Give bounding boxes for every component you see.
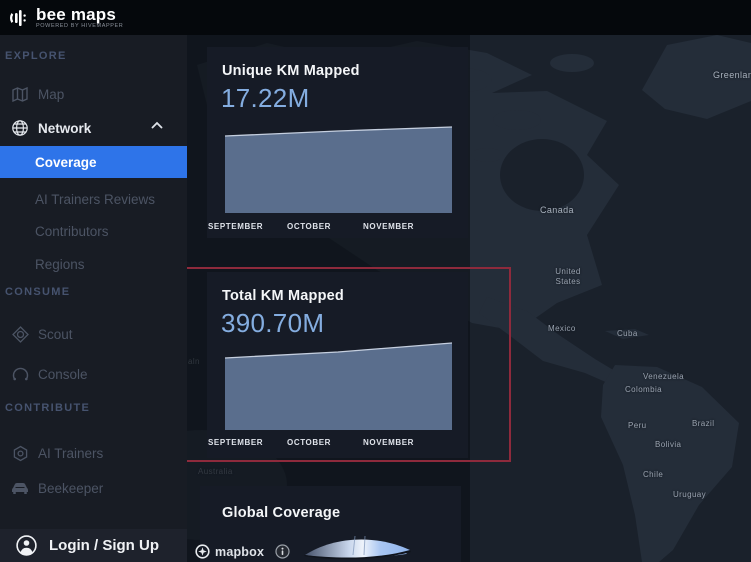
sidebar-item-label: Map: [38, 87, 64, 102]
sidebar-item-label: AI Trainers Reviews: [35, 192, 155, 207]
bee-maps-app: Greenland Canada United States Mexico Cu…: [0, 0, 751, 562]
map-label-venezuela: Venezuela: [643, 372, 684, 381]
card-total-km-mapped: Total KM Mapped 390.70M SEPTEMBER OCTOBE…: [207, 272, 468, 458]
sidebar-item-label: Network: [38, 121, 91, 136]
sidebar-item-console[interactable]: Console: [0, 363, 187, 385]
section-header-contribute: CONTRIBUTE: [5, 402, 90, 414]
brand-name: bee maps: [36, 6, 123, 23]
console-icon: [11, 365, 29, 383]
scout-icon: [11, 325, 29, 343]
sidebar-item-label: Scout: [38, 327, 73, 342]
sidebar-item-map[interactable]: Map: [0, 83, 187, 105]
sidebar-item-scout[interactable]: Scout: [0, 323, 187, 345]
sidebar-nav: EXPLORE Map Network Coverage AI Trainers…: [0, 35, 187, 562]
car-icon: [11, 479, 29, 497]
brand-block[interactable]: bee maps powered by hivemapper: [36, 6, 123, 29]
sidebar-item-label: Console: [38, 367, 88, 382]
sidebar-item-ai-trainers-reviews[interactable]: AI Trainers Reviews: [0, 187, 187, 211]
sidebar-item-regions[interactable]: Regions: [0, 252, 187, 276]
top-bar: bee maps powered by hivemapper: [0, 0, 751, 35]
bee-maps-logo-icon: [8, 6, 30, 30]
map-label-united-states: United States: [544, 267, 592, 287]
sidebar-item-beekeeper[interactable]: Beekeeper: [0, 477, 187, 499]
x-tick-november: NOVEMBER: [363, 438, 414, 447]
user-avatar-icon: [16, 535, 37, 556]
ai-chip-icon: [11, 444, 29, 462]
map-icon: [11, 85, 29, 103]
x-tick-november: NOVEMBER: [363, 222, 414, 231]
map-label-chile: Chile: [643, 470, 663, 479]
map-label-cuba: Cuba: [617, 329, 638, 338]
card-title: Unique KM Mapped: [222, 63, 360, 79]
sidebar-item-label: Beekeeper: [38, 481, 103, 496]
chevron-up-icon[interactable]: [151, 121, 163, 129]
globe-dome-graphic: [303, 533, 413, 559]
sidebar-item-label: AI Trainers: [38, 446, 103, 461]
map-label-brazil: Brazil: [692, 419, 714, 428]
sidebar-item-network[interactable]: Network: [0, 117, 187, 139]
globe-icon: [11, 119, 29, 137]
login-label: Login / Sign Up: [49, 537, 159, 554]
sidebar-item-coverage[interactable]: Coverage: [0, 146, 187, 178]
map-label-bolivia: Bolivia: [655, 440, 681, 449]
sidebar-item-ai-trainers[interactable]: AI Trainers: [0, 442, 187, 464]
brand-tagline: powered by hivemapper: [36, 23, 123, 29]
x-tick-september: SEPTEMBER: [208, 438, 263, 447]
total-km-area-chart: [225, 342, 452, 430]
info-icon: [275, 544, 290, 559]
map-label-colombia: Colombia: [625, 385, 662, 394]
sidebar-item-label: Regions: [35, 257, 85, 272]
unique-km-area-chart: [225, 125, 452, 213]
attribution-info-button[interactable]: [275, 544, 290, 559]
section-header-consume: CONSUME: [5, 286, 70, 298]
map-label-peru: Peru: [628, 421, 647, 430]
x-tick-october: OCTOBER: [287, 438, 331, 447]
x-tick-september: SEPTEMBER: [208, 222, 263, 231]
map-label-canada: Canada: [540, 205, 574, 215]
card-title: Global Coverage: [222, 505, 340, 521]
map-attribution: mapbox: [195, 544, 290, 559]
sidebar-item-contributors[interactable]: Contributors: [0, 219, 187, 243]
map-label-greenland: Greenland: [713, 70, 751, 80]
section-header-explore: EXPLORE: [5, 50, 67, 62]
mapbox-logo-icon[interactable]: [195, 544, 210, 559]
map-label-mexico: Mexico: [548, 324, 576, 333]
card-metric-value: 17.22M: [221, 83, 310, 114]
x-tick-october: OCTOBER: [287, 222, 331, 231]
login-signup-button[interactable]: Login / Sign Up: [0, 529, 187, 562]
area-fill: [225, 127, 452, 213]
sidebar-item-label: Contributors: [35, 224, 109, 239]
card-unique-km-mapped: Unique KM Mapped 17.22M SEPTEMBER OCTOBE…: [207, 47, 468, 238]
mapbox-wordmark[interactable]: mapbox: [215, 545, 264, 559]
map-label-uruguay: Uruguay: [673, 490, 706, 499]
card-metric-value: 390.70M: [221, 308, 324, 339]
sidebar-item-label: Coverage: [35, 155, 97, 170]
card-title: Total KM Mapped: [222, 288, 344, 304]
